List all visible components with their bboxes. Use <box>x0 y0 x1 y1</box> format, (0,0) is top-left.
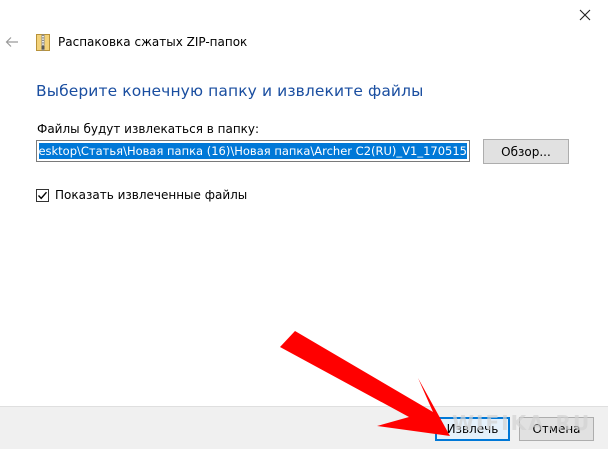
browse-button[interactable]: Обзор... <box>483 139 569 164</box>
dialog-title: Распаковка сжатых ZIP-папок <box>58 35 248 49</box>
destination-path-input[interactable]: Sasha\Desktop\Статья\Новая папка (16)\Но… <box>36 140 470 162</box>
zip-folder-icon <box>36 33 50 51</box>
cancel-button[interactable]: Отмена <box>519 417 594 441</box>
show-files-option[interactable]: Показать извлеченные файлы <box>36 188 247 202</box>
show-files-checkbox[interactable] <box>36 188 49 202</box>
back-arrow-icon <box>5 37 18 47</box>
show-files-label: Показать извлеченные файлы <box>55 188 248 202</box>
destination-label: Файлы будут извлекаться в папку: <box>37 122 260 136</box>
extract-button[interactable]: Извлечь <box>435 417 510 441</box>
dialog-title-row: Распаковка сжатых ZIP-папок <box>36 31 247 53</box>
close-button[interactable] <box>562 0 608 30</box>
red-arrow-annotation <box>280 331 450 436</box>
checkmark-icon <box>37 191 48 199</box>
page-heading: Выберите конечную папку и извлеките файл… <box>36 82 424 100</box>
dialog-footer <box>0 406 608 449</box>
back-button[interactable] <box>2 32 22 52</box>
extract-zip-dialog: Распаковка сжатых ZIP-папок Выберите кон… <box>0 0 608 449</box>
close-icon <box>579 9 591 21</box>
selected-path-text: Sasha\Desktop\Статья\Новая папка (16)\Но… <box>39 143 467 159</box>
